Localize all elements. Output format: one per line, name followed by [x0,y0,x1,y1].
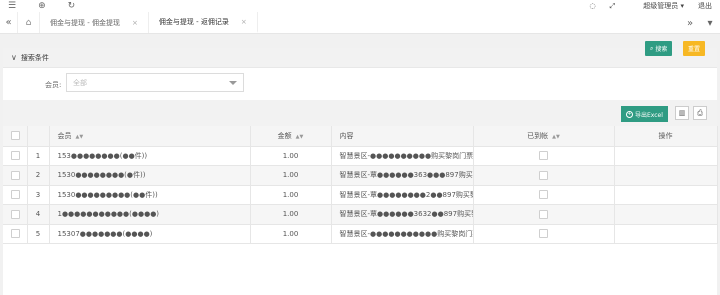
caret-down-icon [229,81,237,85]
table-row: 4 1●●●●●●●●●●●(●●●●) 1.00 智慧景区-覃●●●●●●36… [3,204,718,225]
plus-circle-icon: + [626,110,633,118]
search-button[interactable]: ⌕ 搜索 [645,41,673,56]
reset-button[interactable]: 重置 [683,41,706,56]
tab-label: 佣金与提现 - 佣金提现 [50,18,120,27]
tabs-prev-button[interactable]: « [0,12,18,33]
refresh-icon[interactable]: ↻ [68,0,76,12]
row-checkbox[interactable] [3,165,28,186]
user-area: ◌ ⤢ 超级管理员 ▾ 退出 [576,1,712,11]
row-index: 1 [27,146,50,166]
member-select[interactable]: 全部 [66,73,244,92]
row-content: 智慧景区-覃●●●●●●●●2●●897购买黎岗门票 [331,185,474,205]
home-tab-icon[interactable]: ⌂ [18,12,40,33]
row-checkbox[interactable] [3,204,28,225]
row-arrived-checkbox[interactable] [473,204,615,225]
member-label: 会员: [45,81,62,89]
search-section-title: 搜索条件 [20,53,49,62]
tab-rebate-records[interactable]: 佣金与提现 - 返佣记录 × [148,12,258,33]
row-amount: 1.00 [250,146,332,166]
row-index: 5 [27,224,50,244]
row-amount: 1.00 [250,224,332,244]
fullscreen-icon[interactable]: ⤢ [610,2,616,11]
row-amount: 1.00 [250,165,332,186]
row-arrived-checkbox[interactable] [473,165,615,186]
row-checkbox[interactable] [3,224,28,244]
table-row: 2 1530●●●●●●●●(●件)) 1.00 智慧景区-覃●●●●●●363… [3,165,718,186]
row-checkbox[interactable] [3,185,28,205]
row-index: 4 [27,204,50,225]
print-icon[interactable]: ⎙ [693,106,707,120]
row-actions [614,146,718,166]
index-header [27,126,50,147]
select-all-checkbox[interactable] [3,126,28,147]
row-actions [614,165,718,186]
user-name: 超级管理员 [643,2,679,10]
rebate-table: 会员 ▲▼ 金额 ▲▼ 内容 已到帐 ▲▼ 操作 1 153●●●●●●●●(●●件)… [3,126,718,244]
row-content: 智慧景区-覃●●●●●●363●●●897购买黎岗门票 [331,165,474,186]
columns-filter-icon[interactable]: ▥ [675,106,689,120]
tab-controls: » ▾ [680,12,720,34]
row-content: 智慧景区-覃●●●●●●3632●●897购买黎岗门票 [331,204,474,225]
row-checkbox[interactable] [3,146,28,166]
search-panel-header[interactable]: ∨ 搜索条件 [3,48,717,68]
sort-icon[interactable]: ▲▼ [552,134,560,140]
amount-header[interactable]: 金额 ▲▼ [250,126,332,147]
row-member: 1530●●●●●●●●●(●●件)) [49,185,251,205]
search-icon: ⌕ [650,44,654,52]
tab-label: 佣金与提现 - 返佣记录 [158,17,229,26]
row-content: 智慧景区-●●●●●●●●●●●购买黎岗门票 [331,224,474,244]
row-member: 1●●●●●●●●●●●(●●●●) [49,204,251,225]
row-member: 1530●●●●●●●●(●件)) [49,165,251,186]
export-excel-button[interactable]: + 导出Excel [621,106,668,122]
member-select-value: 全部 [73,78,87,87]
globe-icon[interactable]: ⊕ [38,0,46,12]
logout-link[interactable]: 退出 [698,1,712,11]
sort-icon[interactable]: ▲▼ [76,134,84,140]
row-amount: 1.00 [250,204,332,225]
close-icon[interactable]: × [132,19,138,27]
row-member: 15307●●●●●●●(●●●●) [49,224,251,244]
results-panel: + 导出Excel ▥ ⎙ 会员▲▼ 金额▲▼ 内容 已到帐▲▼ 操作 1 [3,100,718,295]
sort-icon[interactable]: ▲▼ [296,134,304,140]
table-row: 5 15307●●●●●●●(●●●●) 1.00 智慧景区-●●●●●●●●●… [3,224,718,244]
table-toolbar: + 导出Excel ▥ ⎙ [3,100,717,126]
row-arrived-checkbox[interactable] [473,146,615,166]
member-header[interactable]: 会员 ▲▼ [49,126,251,147]
table-row: 1 153●●●●●●●●(●●件)) 1.00 智慧景区-●●●●●●●●●●… [3,146,718,166]
export-label: 导出Excel [635,111,663,119]
search-button-label: 搜索 [655,46,668,53]
arrived-header: 已到帐 ▲▼ [473,126,615,147]
tab-commission-withdraw[interactable]: 佣金与提现 - 佣金提现 × [40,12,149,33]
content-header: 内容 [331,126,474,147]
tabs-dropdown-icon[interactable]: ▾ [700,18,720,29]
close-icon[interactable]: × [241,18,247,26]
row-amount: 1.00 [250,185,332,205]
row-arrived-checkbox[interactable] [473,224,615,244]
user-menu[interactable]: 超级管理员 ▾ [629,1,684,11]
row-index: 3 [27,185,50,205]
search-form: 会员: 全部 [3,68,717,102]
row-actions [614,185,718,205]
row-index: 2 [27,165,50,186]
chevron-down-icon: ∨ [11,53,17,62]
tab-bar: « ⌂ 佣金与提现 - 佣金提现 × 佣金与提现 - 返佣记录 × » ▾ [0,12,720,34]
actions-header: 操作 [614,126,718,147]
search-panel: ∨ 搜索条件 会员: 全部 [3,48,717,102]
row-member: 153●●●●●●●●(●●件)) [49,146,251,166]
tabs-next-button[interactable]: » [680,18,700,29]
top-bar: ☰ ⊕ ↻ ◌ ⤢ 超级管理员 ▾ 退出 [0,0,720,12]
table-row: 3 1530●●●●●●●●●(●●件)) 1.00 智慧景区-覃●●●●●●●… [3,185,718,205]
row-actions [614,204,718,225]
row-content: 智慧景区-●●●●●●●●●●购买黎岗门票 [331,146,474,166]
table-header-row: 会员 ▲▼ 金额 ▲▼ 内容 已到帐 ▲▼ 操作 [3,126,718,147]
notification-icon[interactable]: ◌ [590,2,596,10]
menu-icon[interactable]: ☰ [8,0,16,12]
row-arrived-checkbox[interactable] [473,185,615,205]
row-actions [614,224,718,244]
